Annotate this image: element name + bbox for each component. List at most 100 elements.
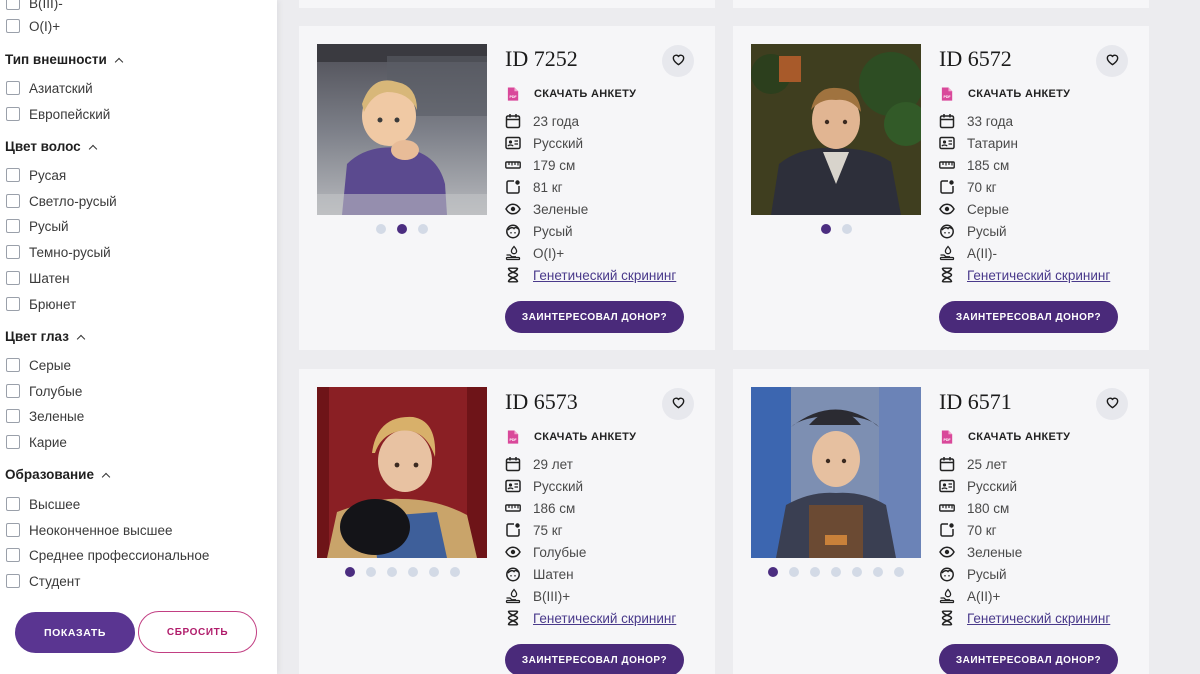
filter-checkbox-option[interactable]: Русый bbox=[6, 217, 69, 235]
genetic-screening-link[interactable]: Генетический скрининг bbox=[967, 268, 1110, 283]
carousel-dot[interactable] bbox=[852, 567, 862, 577]
carousel-dot[interactable] bbox=[873, 567, 883, 577]
download-profile-link[interactable]: PDF СКАЧАТЬ АНКЕТУ bbox=[505, 429, 636, 445]
donor-photo[interactable] bbox=[751, 44, 921, 215]
checkbox[interactable] bbox=[6, 297, 20, 311]
checkbox[interactable] bbox=[6, 497, 20, 511]
checkbox[interactable] bbox=[6, 107, 20, 121]
filter-checkbox-option[interactable]: Голубые bbox=[6, 382, 82, 400]
donor-attr-eyes: Зеленые bbox=[939, 543, 1022, 561]
donor-photo[interactable] bbox=[317, 387, 487, 558]
filter-checkbox-option[interactable]: Русая bbox=[6, 166, 66, 184]
checkbox[interactable] bbox=[6, 271, 20, 285]
filter-checkbox-option[interactable]: Высшее bbox=[6, 495, 80, 513]
filter-checkbox-option[interactable]: Неоконченное высшее bbox=[6, 521, 172, 539]
checkbox[interactable] bbox=[6, 168, 20, 182]
filter-checkbox-option[interactable]: O(I)+ bbox=[6, 17, 60, 35]
favorite-button[interactable] bbox=[1096, 45, 1128, 77]
interested-donor-button[interactable]: ЗАИНТЕРЕСОВАЛ ДОНОР? bbox=[939, 644, 1118, 674]
checkbox[interactable] bbox=[6, 574, 20, 588]
favorite-button[interactable] bbox=[1096, 388, 1128, 420]
genetic-screening-link[interactable]: Генетический скрининг bbox=[533, 268, 676, 283]
checkbox[interactable] bbox=[6, 19, 20, 33]
download-label: СКАЧАТЬ АНКЕТУ bbox=[534, 88, 637, 100]
donor-attr-genetic[interactable]: Генетический скрининг bbox=[939, 266, 1110, 284]
carousel-dot[interactable] bbox=[376, 224, 386, 234]
download-profile-link[interactable]: PDF СКАЧАТЬ АНКЕТУ bbox=[505, 86, 636, 102]
id-card-icon bbox=[939, 135, 955, 151]
filter-checkbox-option[interactable]: Брюнет bbox=[6, 295, 76, 313]
chevron-up-icon[interactable] bbox=[114, 57, 124, 66]
donor-attr-genetic[interactable]: Генетический скрининг bbox=[505, 266, 676, 284]
filter-checkbox-option[interactable]: В(III)- bbox=[6, 0, 63, 12]
donor-attr-age: 23 года bbox=[505, 112, 579, 130]
carousel-dot[interactable] bbox=[768, 567, 778, 577]
carousel-dot[interactable] bbox=[397, 224, 407, 234]
checkbox[interactable] bbox=[6, 435, 20, 449]
favorite-button[interactable] bbox=[662, 45, 694, 77]
filter-checkbox-option[interactable]: Студент bbox=[6, 572, 80, 590]
checkbox[interactable] bbox=[6, 194, 20, 208]
filter-checkbox-option[interactable]: Европейский bbox=[6, 105, 110, 123]
interested-donor-button[interactable]: ЗАИНТЕРЕСОВАЛ ДОНОР? bbox=[505, 301, 684, 333]
checkbox[interactable] bbox=[6, 81, 20, 95]
reset-button[interactable]: СБРОСИТЬ bbox=[138, 611, 257, 653]
checkbox[interactable] bbox=[6, 409, 20, 423]
scale-icon bbox=[505, 179, 521, 195]
donor-attr-genetic[interactable]: Генетический скрининг bbox=[505, 609, 676, 627]
carousel-dot[interactable] bbox=[428, 567, 439, 577]
option-label: Студент bbox=[29, 573, 81, 589]
donor-attr-genetic[interactable]: Генетический скрининг bbox=[939, 609, 1110, 627]
filter-checkbox-option[interactable]: Серые bbox=[6, 356, 71, 374]
interested-donor-button[interactable]: ЗАИНТЕРЕСОВАЛ ДОНОР? bbox=[939, 301, 1118, 333]
previous-card-bottom bbox=[733, 0, 1149, 8]
chevron-up-icon[interactable] bbox=[76, 334, 86, 343]
chevron-up-icon[interactable] bbox=[88, 144, 97, 153]
carousel-dot[interactable] bbox=[386, 567, 397, 577]
attr-value: 180 см bbox=[967, 500, 1010, 516]
chevron-up-icon[interactable] bbox=[101, 472, 111, 481]
checkbox[interactable] bbox=[6, 358, 20, 372]
checkbox[interactable] bbox=[6, 219, 20, 233]
checkbox[interactable] bbox=[6, 384, 20, 398]
checkbox[interactable] bbox=[6, 0, 20, 10]
carousel-dot[interactable] bbox=[418, 224, 428, 234]
genetic-screening-link[interactable]: Генетический скрининг bbox=[967, 611, 1110, 626]
filter-checkbox-option[interactable]: Темно-русый bbox=[6, 243, 111, 261]
checkbox[interactable] bbox=[6, 523, 20, 537]
genetic-screening-link[interactable]: Генетический скрининг bbox=[533, 611, 676, 626]
carousel-dot[interactable] bbox=[407, 567, 418, 577]
donor-id: ID 6571 bbox=[939, 389, 1012, 414]
donor-photo[interactable] bbox=[317, 44, 487, 215]
favorite-button[interactable] bbox=[662, 388, 694, 420]
filter-group-title[interactable]: Цвет волос bbox=[5, 139, 97, 154]
carousel-dot[interactable] bbox=[894, 567, 904, 577]
attr-value: Русский bbox=[967, 478, 1018, 494]
carousel-dot[interactable] bbox=[365, 567, 376, 577]
filter-checkbox-option[interactable]: Шатен bbox=[6, 269, 70, 287]
filter-group-title[interactable]: Образование bbox=[5, 467, 111, 482]
checkbox[interactable] bbox=[6, 548, 20, 562]
filter-sidebar: В(III)- O(I)+ Тип внешности Азиатский Европе… bbox=[0, 0, 277, 674]
carousel-dot[interactable] bbox=[841, 224, 852, 234]
carousel-dot[interactable] bbox=[789, 567, 799, 577]
filter-group-title[interactable]: Тип внешности bbox=[5, 52, 124, 67]
filter-group-title[interactable]: Цвет глаз bbox=[5, 329, 86, 344]
carousel-dot[interactable] bbox=[449, 567, 460, 577]
interested-donor-button[interactable]: ЗАИНТЕРЕСОВАЛ ДОНОР? bbox=[505, 644, 684, 674]
donor-photo[interactable] bbox=[751, 387, 921, 558]
donor-attr-weight: 75 кг bbox=[505, 521, 563, 539]
filter-checkbox-option[interactable]: Среднее профессиональное bbox=[6, 546, 209, 564]
download-profile-link[interactable]: PDF СКАЧАТЬ АНКЕТУ bbox=[939, 86, 1070, 102]
show-button[interactable]: ПОКАЗАТЬ bbox=[15, 612, 135, 653]
carousel-dot[interactable] bbox=[820, 224, 831, 234]
carousel-dot[interactable] bbox=[831, 567, 841, 577]
filter-checkbox-option[interactable]: Светло-русый bbox=[6, 192, 117, 210]
carousel-dot[interactable] bbox=[810, 567, 820, 577]
carousel-dot[interactable] bbox=[344, 567, 355, 577]
checkbox[interactable] bbox=[6, 245, 20, 259]
filter-checkbox-option[interactable]: Зеленые bbox=[6, 407, 84, 425]
filter-checkbox-option[interactable]: Азиатский bbox=[6, 79, 93, 97]
download-profile-link[interactable]: PDF СКАЧАТЬ АНКЕТУ bbox=[939, 429, 1070, 445]
filter-checkbox-option[interactable]: Карие bbox=[6, 433, 67, 451]
